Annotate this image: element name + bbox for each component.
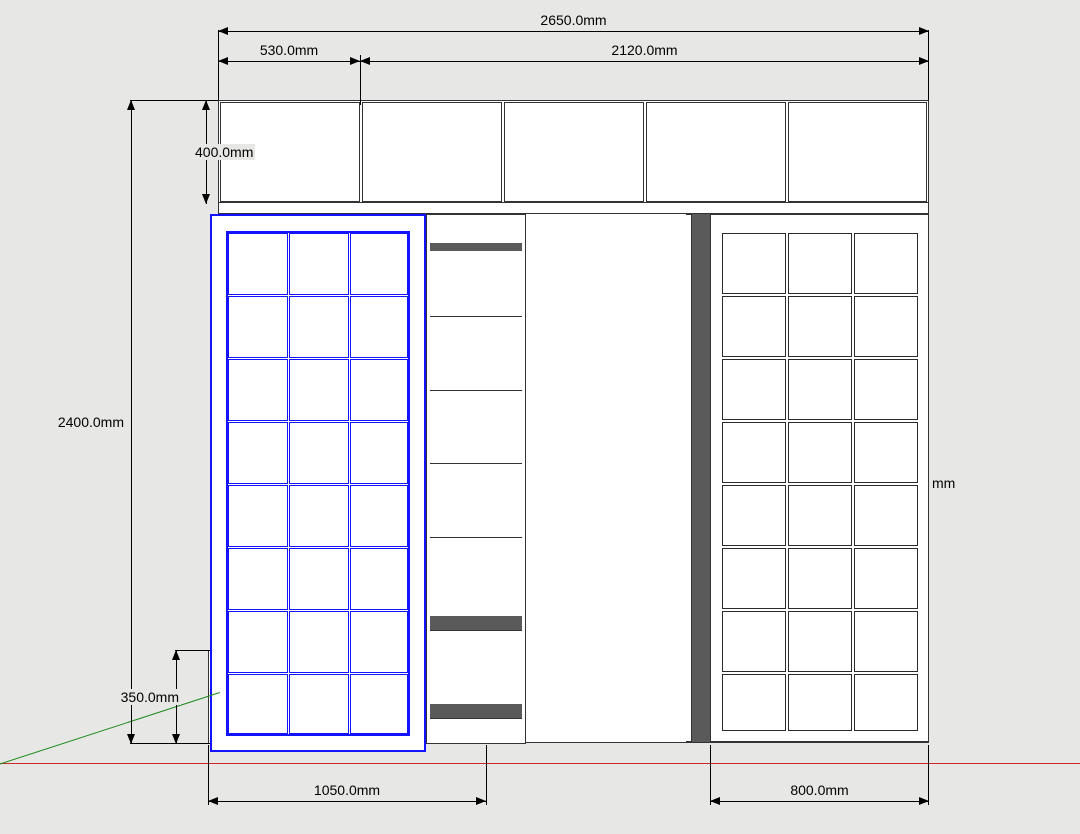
mid-shelf [430, 718, 522, 719]
sel-cell [289, 296, 349, 358]
grid-cell [722, 422, 786, 483]
stray-mm: mm [932, 475, 955, 491]
dim-530: 530.0mm [218, 60, 360, 61]
mid-shelf [430, 316, 522, 317]
grid-cell [722, 296, 786, 357]
sel-cell [228, 233, 288, 295]
grid-cell [854, 548, 918, 609]
ext-line [130, 100, 218, 101]
dim-800: 800.0mm [710, 800, 929, 801]
sel-cell [350, 233, 408, 295]
sel-cell [350, 359, 408, 421]
grid-cell [722, 611, 786, 672]
dim-350: 350.0mm [175, 650, 176, 744]
grid-cell [788, 233, 852, 294]
sel-cell [228, 674, 288, 734]
mid-shelf [430, 390, 522, 391]
dim-2120: 2120.0mm [360, 60, 929, 61]
top-door [504, 102, 644, 202]
ext-line [175, 650, 210, 651]
ext-line [208, 745, 209, 805]
dim-1050: 1050.0mm [208, 800, 486, 801]
dim-2400: 2400.0mm [130, 100, 131, 744]
mid-shelf-edge [430, 243, 522, 251]
dim-label: 1050.0mm [312, 782, 382, 798]
door-jamb-face [686, 214, 692, 742]
ext-line [928, 745, 929, 805]
grid-cell [854, 422, 918, 483]
sel-cell [228, 296, 288, 358]
ext-line [710, 745, 711, 805]
grid-cell [788, 296, 852, 357]
ext-line [218, 30, 219, 100]
ext-line [130, 743, 210, 744]
grid-cell [854, 674, 918, 731]
mid-shelf [430, 537, 522, 538]
sel-cell [289, 674, 349, 734]
sel-cell [228, 611, 288, 673]
sel-cell [228, 548, 288, 610]
sel-cell [289, 422, 349, 484]
sel-cell [289, 548, 349, 610]
dim-label: 530.0mm [258, 42, 320, 58]
grid-cell [854, 233, 918, 294]
mid-column [426, 214, 526, 744]
top-door [362, 102, 502, 202]
mid-shelf [430, 630, 522, 631]
grid-cell [788, 359, 852, 420]
grid-cell [854, 485, 918, 546]
sel-cell [350, 674, 408, 734]
sel-cell [350, 485, 408, 547]
grid-cell [854, 296, 918, 357]
grid-cell [788, 422, 852, 483]
dim-label: 400.0mm [193, 144, 255, 160]
dim-400: 400.0mm [205, 100, 206, 204]
sel-cell [289, 359, 349, 421]
sel-cell [350, 296, 408, 358]
sel-cell [228, 422, 288, 484]
grid-cell [788, 674, 852, 731]
sel-cell [289, 485, 349, 547]
grid-cell [722, 674, 786, 731]
grid-cell [854, 359, 918, 420]
sel-cell [350, 548, 408, 610]
ext-line [486, 745, 487, 805]
ext-line [928, 30, 929, 100]
dim-label: 2650.0mm [538, 12, 608, 28]
sel-cell [350, 611, 408, 673]
dim-label: 800.0mm [788, 782, 850, 798]
mid-shelf-edge [430, 704, 522, 718]
mid-shelf-edge [430, 616, 522, 630]
sel-cell [228, 359, 288, 421]
sel-cell [228, 485, 288, 547]
grid-cell [854, 611, 918, 672]
sel-cell [289, 233, 349, 295]
dim-label: 2400.0mm [50, 414, 126, 430]
grid-cell [788, 548, 852, 609]
grid-cell [722, 233, 786, 294]
dim-label: 2120.0mm [609, 42, 679, 58]
ground-line [0, 763, 1080, 764]
top-door [788, 102, 927, 202]
sel-cell [289, 611, 349, 673]
top-rail [218, 202, 929, 214]
grid-cell [722, 359, 786, 420]
grid-cell [788, 485, 852, 546]
grid-cell [722, 548, 786, 609]
ext-line [360, 55, 361, 105]
mid-shelf [430, 463, 522, 464]
dim-total-width: 2650.0mm [218, 30, 929, 31]
sel-cell [350, 422, 408, 484]
grid-cell [722, 485, 786, 546]
dim-label: 350.0mm [105, 689, 181, 705]
grid-cell [788, 611, 852, 672]
top-door [646, 102, 786, 202]
